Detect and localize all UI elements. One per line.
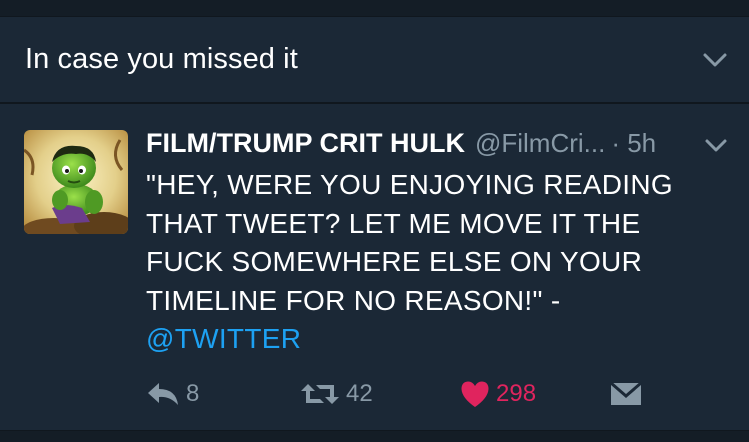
tweet-timestamp[interactable]: · 5h xyxy=(611,128,656,158)
reply-icon xyxy=(148,383,178,405)
mention-link[interactable]: @TWITTER xyxy=(146,320,736,359)
retweet-button[interactable]: 42 xyxy=(300,374,373,414)
tweet-text-line: THAT TWEET? LET ME MOVE IT THE xyxy=(146,207,641,239)
tweet-header: FILM/TRUMP CRIT HULK @FilmCri... · 5h xyxy=(146,128,656,164)
reply-button[interactable]: 8 xyxy=(146,374,199,414)
like-count: 298 xyxy=(496,380,537,407)
tweet-text: "HEY, WERE YOU ENJOYING READING THAT TWE… xyxy=(146,166,736,359)
avatar[interactable] xyxy=(24,130,128,234)
section-header[interactable]: In case you missed it xyxy=(0,17,749,104)
heart-icon xyxy=(461,381,489,407)
tweet-menu-chevron-icon[interactable] xyxy=(704,138,728,154)
bottom-divider-strip xyxy=(0,430,749,442)
tweet-card[interactable]: FILM/TRUMP CRIT HULK @FilmCri... · 5h "HEY… xyxy=(0,106,749,430)
reply-count: 8 xyxy=(186,380,200,407)
ui-root: In case you missed it FILM/TRUMP CRIT HU… xyxy=(0,0,749,442)
tweet-text-line: TIMELINE FOR NO REASON!" - xyxy=(146,284,561,316)
hulk-avatar-illustration xyxy=(24,130,128,234)
tweet-text-line: "HEY, WERE YOU ENJOYING READING xyxy=(146,169,673,200)
like-button[interactable]: 298 xyxy=(460,374,536,414)
tweet-text-line: FUCK SOMEWHERE ELSE ON YOUR xyxy=(146,246,643,277)
tweet-actions: 8 42 298 xyxy=(0,374,749,414)
envelope-icon xyxy=(610,382,642,405)
retweet-count: 42 xyxy=(346,380,373,407)
chevron-down-icon[interactable] xyxy=(702,51,728,69)
retweet-icon xyxy=(301,384,339,404)
author-name[interactable]: FILM/TRUMP CRIT HULK xyxy=(146,128,465,158)
section-title: In case you missed it xyxy=(25,43,298,75)
author-handle[interactable]: @FilmCri... xyxy=(475,128,605,158)
top-divider-strip xyxy=(0,0,749,17)
direct-message-button[interactable] xyxy=(610,374,642,414)
